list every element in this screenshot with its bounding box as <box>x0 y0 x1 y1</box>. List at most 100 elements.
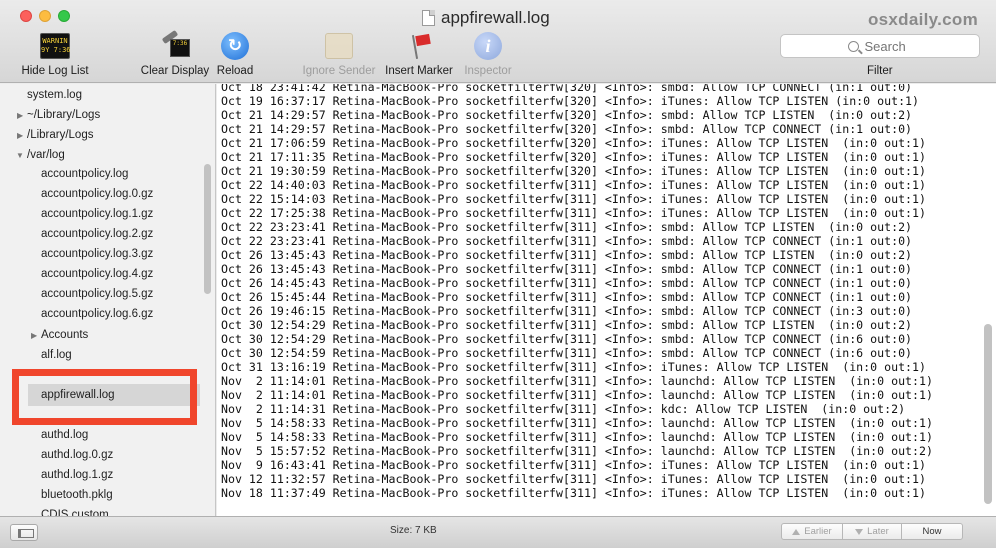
flag-icon <box>405 32 433 60</box>
sidebar-item-accountpolicy-log-3[interactable]: accountpolicy.log.3.gz <box>41 244 153 264</box>
sidebar-item-accountpolicy-log-4[interactable]: accountpolicy.log.4.gz <box>41 264 153 284</box>
sidebar-item-var-log[interactable]: /var/log <box>27 145 65 165</box>
sidebar-item-accountpolicy-log-5[interactable]: accountpolicy.log.5.gz <box>41 284 153 304</box>
earlier-label: Earlier <box>804 526 832 537</box>
ignore-sender-icon <box>325 33 353 59</box>
clear-display-icon: 7:36 <box>160 29 190 59</box>
sidebar-item-accountpolicy-log-2[interactable]: accountpolicy.log.2.gz <box>41 224 153 244</box>
sidebar-item-accountpolicy-log-1[interactable]: accountpolicy.log.1.gz <box>41 204 153 224</box>
sidebar-item-authd-log-1[interactable]: authd.log.1.gz <box>41 465 113 485</box>
log-line: Oct 30 12:54:29 Retina-MacBook-Pro socke… <box>221 332 913 346</box>
minimize-window-button[interactable] <box>39 10 51 22</box>
disclosure-right-icon[interactable]: ▶ <box>17 131 23 140</box>
later-label: Later <box>867 526 889 537</box>
log-scrollbar[interactable] <box>984 324 992 504</box>
sidebar-item-accountpolicy-log-0[interactable]: accountpolicy.log.0.gz <box>41 184 153 204</box>
log-line: Oct 21 17:11:35 Retina-MacBook-Pro socke… <box>221 150 926 164</box>
log-size-label: Size: 7 KB <box>390 525 437 536</box>
sidebar-item-user-library-logs[interactable]: ~/Library/Logs <box>27 105 100 125</box>
log-line: Oct 21 14:29:57 Retina-MacBook-Pro socke… <box>221 108 913 122</box>
reload-label: Reload <box>216 65 254 77</box>
later-button[interactable]: Later <box>842 523 902 540</box>
log-line: Oct 21 17:06:59 Retina-MacBook-Pro socke… <box>221 136 926 150</box>
inspector-button[interactable]: i Inspector <box>462 30 514 77</box>
log-line: Oct 22 23:23:41 Retina-MacBook-Pro socke… <box>221 220 913 234</box>
log-line: Nov 5 14:58:33 Retina-MacBook-Pro socket… <box>221 430 933 444</box>
clear-display-label: Clear Display <box>140 65 210 77</box>
sidebar-item-accounts[interactable]: Accounts <box>41 325 88 345</box>
arrow-up-icon <box>792 528 801 535</box>
sidebar-scrollbar[interactable] <box>204 164 211 294</box>
log-line: Oct 22 23:23:41 Retina-MacBook-Pro socke… <box>221 234 913 248</box>
sidebar-item-alf-log[interactable]: alf.log <box>41 345 72 365</box>
disclosure-down-icon[interactable]: ▼ <box>16 151 24 160</box>
log-line: Oct 19 16:37:17 Retina-MacBook-Pro socke… <box>221 94 920 108</box>
log-line: Oct 26 13:45:43 Retina-MacBook-Pro socke… <box>221 262 913 276</box>
log-line: Oct 21 14:29:57 Retina-MacBook-Pro socke… <box>221 122 913 136</box>
now-button[interactable]: Now <box>901 523 963 540</box>
status-bar: Size: 7 KB Earlier Later Now <box>0 516 996 548</box>
log-line: Nov 2 11:14:01 Retina-MacBook-Pro socket… <box>221 374 933 388</box>
log-line: Nov 18 11:37:49 Retina-MacBook-Pro socke… <box>221 486 926 500</box>
sidebar-item-library-logs[interactable]: /Library/Logs <box>27 125 93 145</box>
insert-marker-label: Insert Marker <box>385 65 453 77</box>
sidebar-item-accountpolicy-log[interactable]: accountpolicy.log <box>41 164 128 184</box>
sidebar-item-system-log[interactable]: system.log <box>27 85 82 105</box>
search-input[interactable] <box>864 38 913 54</box>
inspector-label: Inspector <box>464 65 512 77</box>
log-line: Oct 26 13:45:43 Retina-MacBook-Pro socke… <box>221 248 913 262</box>
sidebar-item-cdis-custom[interactable]: CDIS.custom <box>41 505 109 516</box>
log-line: Oct 26 19:46:15 Retina-MacBook-Pro socke… <box>221 304 913 318</box>
hide-log-list-label: Hide Log List <box>21 65 89 77</box>
log-line: Oct 18 23:41:42 Retina-MacBook-Pro socke… <box>221 84 913 94</box>
ignore-sender-button[interactable]: Ignore Sender <box>300 30 378 77</box>
log-line: Oct 22 14:40:03 Retina-MacBook-Pro socke… <box>221 178 926 192</box>
reload-button[interactable]: ↻ Reload <box>214 30 256 77</box>
log-line: Nov 9 16:43:41 Retina-MacBook-Pro socket… <box>221 458 926 472</box>
watermark: osxdaily.com <box>867 10 978 29</box>
hide-log-list-button[interactable]: WARNIN 9Y 7:36 Hide Log List <box>18 30 92 77</box>
sidebar-item-bluetooth-pklg[interactable]: bluetooth.pklg <box>41 485 113 505</box>
log-line: Oct 22 15:14:03 Retina-MacBook-Pro socke… <box>221 192 926 206</box>
log-line: Oct 22 17:25:38 Retina-MacBook-Pro socke… <box>221 206 926 220</box>
sidebar-item-authd-log-0[interactable]: authd.log.0.gz <box>41 445 113 465</box>
search-icon <box>847 40 859 52</box>
log-line: Oct 30 12:54:29 Retina-MacBook-Pro socke… <box>221 318 913 332</box>
filter-label: Filter <box>867 65 893 77</box>
log-line: Oct 26 15:45:44 Retina-MacBook-Pro socke… <box>221 290 913 304</box>
log-view[interactable]: Oct 18 23:41:42 Retina-MacBook-Pro socke… <box>217 84 996 516</box>
zoom-window-button[interactable] <box>58 10 70 22</box>
toggle-sidebar-button[interactable] <box>10 524 38 541</box>
console-icon: WARNIN 9Y 7:36 <box>40 33 71 59</box>
arrow-down-icon <box>855 528 864 535</box>
log-line: Oct 30 12:54:59 Retina-MacBook-Pro socke… <box>221 346 913 360</box>
log-line: Nov 2 11:14:01 Retina-MacBook-Pro socket… <box>221 388 933 402</box>
toolbar: appfirewall.log osxdaily.com WARNIN 9Y 7… <box>0 0 996 83</box>
insert-marker-button[interactable]: Insert Marker <box>383 30 455 77</box>
log-line: Nov 2 11:14:31 Retina-MacBook-Pro socket… <box>221 402 906 416</box>
disclosure-right-icon[interactable]: ▶ <box>17 111 23 120</box>
window-title-area: appfirewall.log <box>422 6 550 30</box>
close-window-button[interactable] <box>20 10 32 22</box>
info-icon: i <box>474 32 502 60</box>
ignore-sender-label: Ignore Sender <box>302 65 376 77</box>
log-line: Oct 21 19:30:59 Retina-MacBook-Pro socke… <box>221 164 926 178</box>
log-line: Nov 12 11:32:57 Retina-MacBook-Pro socke… <box>221 472 926 486</box>
log-line: Oct 31 13:16:19 Retina-MacBook-Pro socke… <box>221 360 926 374</box>
document-icon <box>422 10 435 26</box>
sidebar-item-accountpolicy-log-6[interactable]: accountpolicy.log.6.gz <box>41 304 153 324</box>
clear-display-button[interactable]: 7:36 Clear Display <box>138 29 212 77</box>
log-line: Nov 5 15:57:52 Retina-MacBook-Pro socket… <box>221 444 933 458</box>
sidebar-item-authd-log[interactable]: authd.log <box>41 425 88 445</box>
reload-icon: ↻ <box>221 32 249 60</box>
log-text: Oct 18 23:41:42 Retina-MacBook-Pro socke… <box>221 84 933 500</box>
log-line: Nov 5 14:58:33 Retina-MacBook-Pro socket… <box>221 416 933 430</box>
disclosure-right-icon[interactable]: ▶ <box>31 331 37 340</box>
sidebar-item-appfirewall-log[interactable]: appfirewall.log <box>41 385 115 405</box>
window-title: appfirewall.log <box>441 8 550 27</box>
search-field[interactable] <box>780 34 980 58</box>
now-label: Now <box>922 526 942 537</box>
log-list-sidebar: system.log ▶ ~/Library/Logs ▶ /Library/L… <box>0 84 216 516</box>
earlier-button[interactable]: Earlier <box>781 523 843 540</box>
log-line: Oct 26 14:45:43 Retina-MacBook-Pro socke… <box>221 276 913 290</box>
